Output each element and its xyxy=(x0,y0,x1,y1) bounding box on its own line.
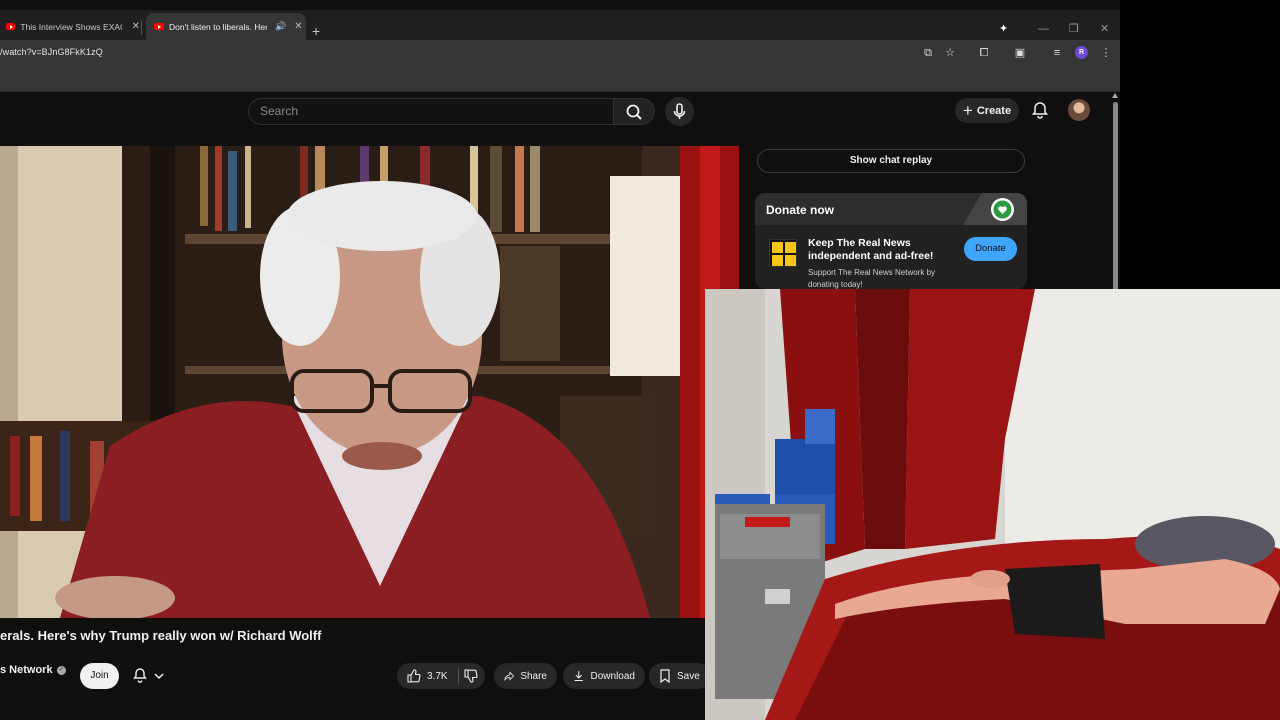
sidebar-icon[interactable]: ▣ xyxy=(1013,46,1027,60)
address-bar-row: /watch?v=BJnG8FkK1zQ ⧉ ☆ ⧠ ▣ ≡ R ⋮ xyxy=(0,40,1120,66)
heart-badge-icon xyxy=(991,198,1014,221)
webcam-feed-image xyxy=(705,289,1280,720)
account-avatar[interactable] xyxy=(1068,99,1090,121)
video-frame-image xyxy=(0,146,739,618)
scrollbar-thumb[interactable] xyxy=(1113,102,1118,292)
donate-title: Donate now xyxy=(766,203,834,217)
create-button[interactable]: + Create xyxy=(955,98,1019,123)
install-icon[interactable]: ⧉ xyxy=(921,46,935,60)
join-button[interactable]: Join xyxy=(80,663,119,689)
bookmark-icon xyxy=(660,669,670,683)
share-arrow-icon xyxy=(504,671,515,681)
channel-name-text: s Network xyxy=(0,664,53,676)
video-title: erals. Here's why Trump really won w/ Ri… xyxy=(0,628,322,643)
screen: This Interview Shows EXACTLY ✕ Don't lis… xyxy=(0,0,1280,720)
tab-title: This Interview Shows EXACTLY xyxy=(20,21,121,32)
subscription-notifications-button[interactable] xyxy=(129,663,173,689)
save-button[interactable]: Save xyxy=(649,663,711,689)
menu-icon[interactable]: ⋮ xyxy=(1099,46,1113,60)
star-icon[interactable]: ☆ xyxy=(943,46,957,60)
donate-subtext: Support The Real News Network by donatin… xyxy=(808,268,936,289)
search-button[interactable] xyxy=(613,98,655,125)
tab-divider xyxy=(141,21,142,35)
share-button[interactable]: Share xyxy=(494,663,557,689)
download-icon xyxy=(574,671,583,682)
voice-search-button[interactable] xyxy=(665,97,694,126)
like-count: 3.7K xyxy=(427,670,448,682)
url-field[interactable]: /watch?v=BJnG8FkK1zQ xyxy=(0,47,103,57)
create-label: Create xyxy=(976,104,1012,117)
plus-icon: + xyxy=(962,101,973,120)
youtube-header: Search + Create xyxy=(0,92,1120,132)
reading-list-icon[interactable]: ≡ xyxy=(1050,46,1064,60)
heart-icon xyxy=(993,200,1012,219)
close-tab-icon[interactable]: ✕ xyxy=(294,21,302,32)
microphone-icon xyxy=(673,103,686,119)
share-label: Share xyxy=(520,670,547,682)
tab-liberals[interactable]: Don't listen to liberals. Here 🔊 ✕ xyxy=(146,13,306,40)
notifications-button[interactable] xyxy=(1030,100,1050,120)
new-tab-plus-icon[interactable]: + xyxy=(312,24,320,38)
bell-chevron-icon xyxy=(133,668,164,683)
speaker-icon[interactable]: 🔊 xyxy=(275,21,286,32)
webcam-overlay xyxy=(705,289,1280,720)
minimize-icon[interactable]: — xyxy=(1038,24,1049,35)
extensions-icon[interactable]: ⧠ xyxy=(977,46,991,60)
channel-name[interactable]: s Network ✓ xyxy=(0,664,66,676)
download-button[interactable]: Download xyxy=(563,663,645,689)
dislike-button[interactable] xyxy=(464,669,478,688)
donate-card: Donate now Keep The Real News independen… xyxy=(755,193,1027,289)
donate-headline: Keep The Real News independent and ad-fr… xyxy=(808,237,934,262)
profile-avatar[interactable]: R xyxy=(1075,46,1088,59)
video-player[interactable] xyxy=(0,146,739,618)
scroll-up-arrow-icon[interactable] xyxy=(1112,93,1118,98)
restore-icon[interactable]: ❐ xyxy=(1069,24,1079,35)
show-chat-replay-button[interactable]: Show chat replay xyxy=(757,149,1025,173)
youtube-favicon-icon xyxy=(154,23,164,30)
youtube-favicon-icon xyxy=(6,23,16,30)
like-button[interactable]: 3.7K xyxy=(407,669,448,683)
save-label: Save xyxy=(677,670,700,682)
download-label: Download xyxy=(590,670,635,682)
like-divider xyxy=(458,668,459,684)
bookmarks-bar xyxy=(0,66,1120,92)
trnn-logo xyxy=(769,239,797,267)
close-tab-icon[interactable]: ✕ xyxy=(132,21,140,32)
donate-button[interactable]: Donate xyxy=(964,237,1017,261)
search-input[interactable]: Search xyxy=(248,98,613,125)
trnn-logo-graphic xyxy=(772,242,796,266)
tab-interview[interactable]: This Interview Shows EXACTLY ✕ xyxy=(0,13,140,40)
thumbs-down-icon xyxy=(464,669,478,683)
thumbs-up-icon xyxy=(407,669,421,683)
bell-icon xyxy=(1032,102,1048,119)
close-window-icon[interactable]: ✕ xyxy=(1100,24,1109,35)
verified-check-icon: ✓ xyxy=(56,665,66,675)
tab-strip: This Interview Shows EXACTLY ✕ Don't lis… xyxy=(0,10,1120,40)
tab-title: Don't listen to liberals. Here xyxy=(169,21,267,32)
search-icon xyxy=(626,104,642,120)
gemini-sparkle-icon[interactable]: ✦ xyxy=(999,24,1008,35)
